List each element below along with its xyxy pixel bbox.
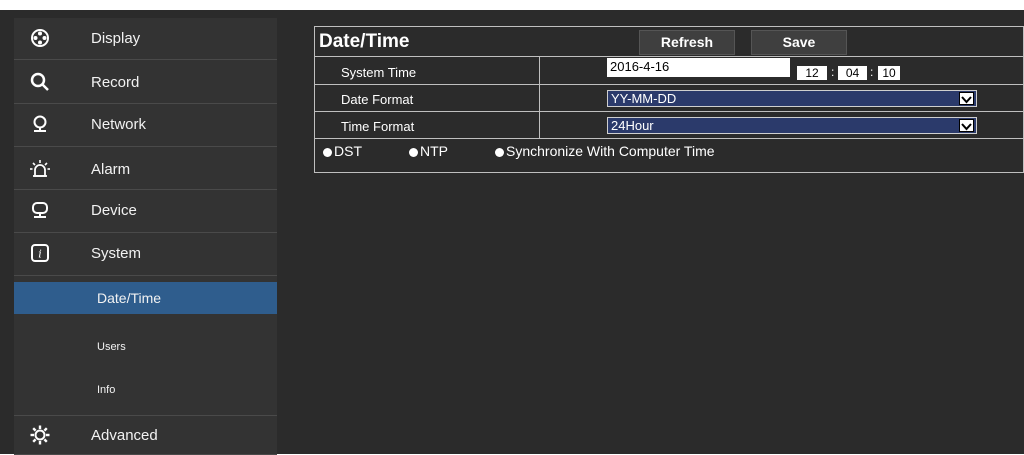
sidebar-item-record[interactable]: Record (14, 60, 277, 104)
radio-dot-icon (495, 147, 504, 157)
column-divider (539, 56, 540, 138)
sidebar-item-label: System (91, 245, 142, 262)
sidebar-item-label: Alarm (91, 161, 131, 178)
ntp-option[interactable]: NTP (409, 143, 448, 159)
sidebar-item-label: Network (91, 116, 147, 133)
sidebar-subitem-users[interactable]: Users (14, 326, 277, 368)
radio-dot-icon (323, 147, 332, 157)
system-time-label: System Time (341, 65, 417, 80)
sidebar-item-system[interactable]: i System (14, 233, 277, 276)
system-icon: i (30, 243, 50, 263)
sidebar-item-label: Record (91, 74, 140, 91)
app-shell: Display Record Network Alarm Device i Sy… (0, 10, 1024, 455)
sidebar-item-alarm[interactable]: Alarm (14, 147, 277, 190)
second-field[interactable]: 10 (878, 66, 900, 80)
date-format-select[interactable]: YY-MM-DD (607, 90, 977, 107)
time-format-select[interactable]: 24Hour (607, 117, 977, 134)
time-separator: : (870, 65, 874, 79)
chevron-down-icon (959, 92, 974, 105)
sidebar-item-label: Device (91, 202, 137, 219)
sidebar-item-advanced[interactable]: Advanced (14, 415, 277, 455)
sidebar-subitem-label: Date/Time (97, 290, 162, 306)
svg-text:i: i (38, 248, 42, 261)
sidebar-item-display[interactable]: Display (14, 18, 277, 60)
dst-option[interactable]: DST (323, 143, 362, 159)
table-divider (315, 111, 1024, 112)
sidebar-subitem-label: Users (97, 341, 126, 353)
time-separator: : (831, 65, 835, 79)
sidebar-subitem-datetime[interactable]: Date/Time (14, 282, 277, 314)
hour-field[interactable]: 12 (797, 66, 827, 80)
chevron-down-icon (959, 119, 974, 132)
pin-icon (30, 114, 50, 134)
sidebar-subitem-info[interactable]: Info (14, 369, 277, 411)
sidebar-item-device[interactable]: Device (14, 190, 277, 233)
time-format-value: 24Hour (611, 118, 654, 133)
sync-label: Synchronize With Computer Time (506, 143, 715, 159)
search-icon (30, 72, 50, 92)
dst-label: DST (334, 143, 362, 159)
table-divider (315, 84, 1024, 85)
ntp-label: NTP (420, 143, 448, 159)
sidebar-item-label: Advanced (91, 427, 158, 444)
save-button[interactable]: Save (751, 30, 847, 55)
refresh-button[interactable]: Refresh (639, 30, 735, 55)
sidebar: Display Record Network Alarm Device i Sy… (14, 18, 277, 455)
table-divider (315, 56, 1024, 57)
monitor-icon (30, 200, 50, 220)
page-title: Date/Time (319, 31, 410, 52)
sidebar-item-label: Display (91, 30, 141, 47)
gear-icon (30, 425, 50, 445)
datetime-panel: Date/Time Refresh Save System Time Date … (314, 26, 1024, 173)
system-date-field[interactable]: 2016-4-16 (607, 58, 790, 77)
minute-field[interactable]: 04 (838, 66, 867, 80)
date-format-label: Date Format (341, 92, 414, 107)
date-format-value: YY-MM-DD (611, 91, 677, 106)
time-format-label: Time Format (341, 119, 415, 134)
sidebar-subitem-label: Info (97, 384, 116, 396)
table-divider (315, 138, 1024, 139)
film-reel-icon (30, 28, 50, 48)
sidebar-item-network[interactable]: Network (14, 104, 277, 147)
alarm-bell-icon (30, 159, 50, 179)
main-content: Date/Time Refresh Save System Time Date … (288, 18, 1024, 454)
radio-dot-icon (409, 147, 418, 157)
sync-computer-time-option[interactable]: Synchronize With Computer Time (495, 143, 715, 159)
